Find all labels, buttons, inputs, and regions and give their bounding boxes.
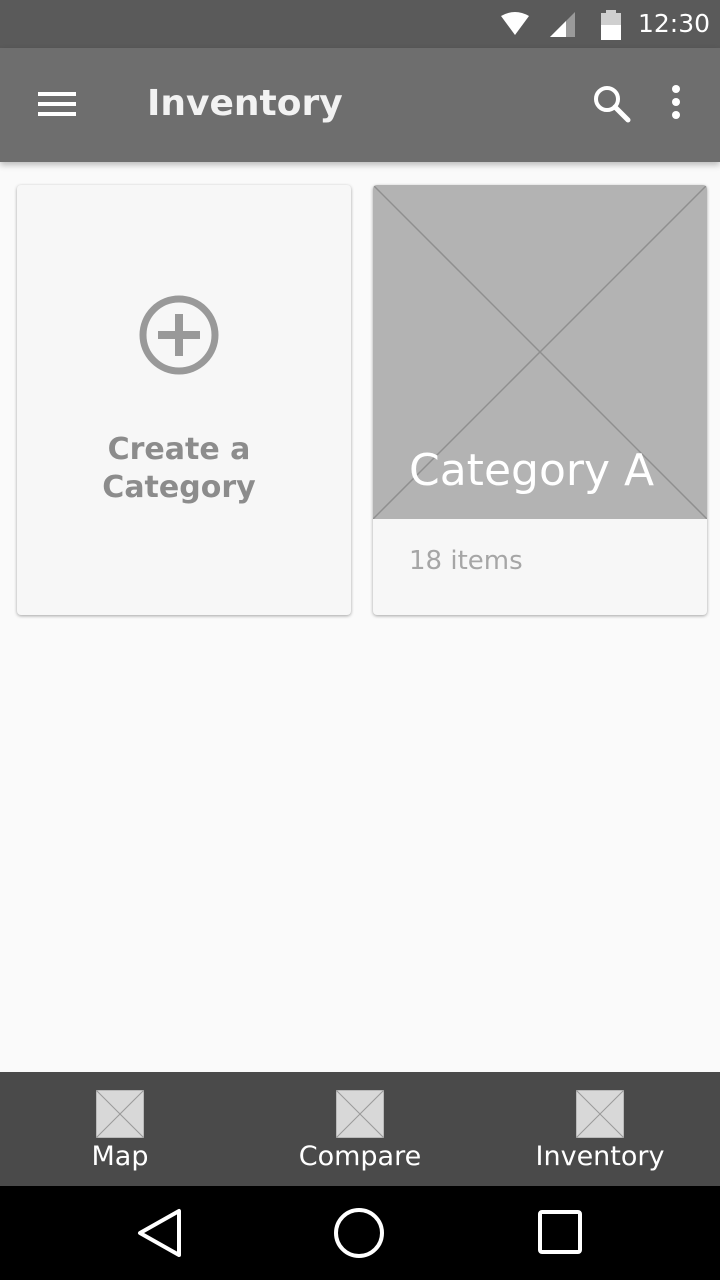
- status-time: 12:30: [638, 9, 711, 38]
- create-category-card[interactable]: Create a Category: [17, 185, 351, 615]
- category-card[interactable]: Category A 18 items: [373, 185, 707, 615]
- category-title: Category A: [409, 445, 655, 496]
- nav-label-inventory: Inventory: [535, 1141, 665, 1172]
- nav-item-compare[interactable]: Compare: [240, 1072, 480, 1186]
- app-bar: Inventory: [0, 48, 720, 162]
- wifi-icon: [501, 12, 529, 35]
- nav-label-compare: Compare: [298, 1141, 422, 1172]
- recents-icon[interactable]: [536, 1208, 584, 1256]
- back-icon[interactable]: [136, 1207, 184, 1259]
- search-icon[interactable]: [592, 84, 632, 124]
- system-navigation-bar: [0, 1186, 720, 1280]
- page-title: Inventory: [147, 83, 343, 124]
- map-icon: [96, 1090, 144, 1138]
- nav-label-map: Map: [91, 1141, 149, 1172]
- inventory-icon: [576, 1090, 624, 1138]
- create-category-label: Create a Category: [102, 432, 256, 505]
- category-image-placeholder: Category A: [373, 185, 707, 519]
- nav-item-map[interactable]: Map: [0, 1072, 240, 1186]
- nav-item-inventory[interactable]: Inventory: [480, 1072, 720, 1186]
- menu-icon[interactable]: [38, 88, 78, 120]
- add-circle-icon: [139, 295, 219, 375]
- bottom-navigation: Map Compare Inventory: [0, 1072, 720, 1186]
- compare-icon: [336, 1090, 384, 1138]
- category-item-count: 18 items: [409, 546, 523, 576]
- battery-icon: [601, 10, 621, 40]
- more-vert-icon[interactable]: [664, 84, 688, 124]
- home-icon[interactable]: [332, 1206, 386, 1260]
- signal-icon: [550, 12, 575, 37]
- status-bar: 12:30: [0, 0, 720, 48]
